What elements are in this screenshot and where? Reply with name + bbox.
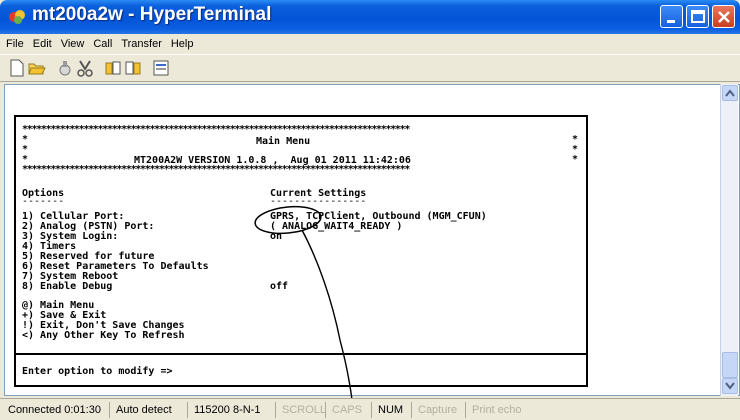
value-system-login: on xyxy=(270,231,283,242)
chevron-down-icon xyxy=(725,382,735,390)
value-analog-port: ( ANALOG_WAIT4_READY ) xyxy=(270,221,403,232)
status-connected: Connected 0:01:30 xyxy=(4,402,110,418)
input-prompt[interactable]: Enter option to modify => xyxy=(22,367,173,377)
menu-view[interactable]: View xyxy=(61,38,85,50)
window-title: mt200a2w - HyperTerminal xyxy=(32,4,272,25)
hyperterminal-icon xyxy=(9,10,25,24)
scroll-up-button[interactable] xyxy=(722,85,738,101)
menu-edit[interactable]: Edit xyxy=(33,38,52,50)
menu-transfer[interactable]: Transfer xyxy=(121,38,162,50)
minimize-icon xyxy=(667,20,675,23)
settings-rule: ---------------- xyxy=(270,196,367,207)
header-border-bottom: ****************************************… xyxy=(22,164,410,175)
prompt-divider xyxy=(16,353,586,355)
menu-bar: File Edit View Call Transfer Help xyxy=(0,34,740,54)
scroll-down-button[interactable] xyxy=(722,378,738,394)
properties-icon[interactable] xyxy=(76,59,94,77)
vertical-scrollbar[interactable] xyxy=(720,84,738,396)
command-refresh: <) Any Other Key To Refresh xyxy=(22,330,185,341)
scroll-thumb[interactable] xyxy=(722,352,738,378)
status-detect: Auto detect xyxy=(112,402,188,418)
properties-sheet-icon[interactable] xyxy=(152,59,170,77)
toolbar xyxy=(0,54,740,82)
title-bar: mt200a2w - HyperTerminal xyxy=(0,0,740,34)
status-baud: 115200 8-N-1 xyxy=(190,402,276,418)
options-rule: ------- xyxy=(22,196,65,207)
new-connection-icon[interactable] xyxy=(8,59,26,77)
menu-file[interactable]: File xyxy=(6,38,24,50)
status-caps: CAPS xyxy=(328,402,372,418)
minimize-button[interactable] xyxy=(660,5,683,28)
maximize-icon xyxy=(691,10,705,23)
open-icon[interactable] xyxy=(28,59,46,77)
menu-title: Main Menu xyxy=(256,136,311,147)
menu-help[interactable]: Help xyxy=(171,38,194,50)
chevron-up-icon xyxy=(725,89,735,97)
send-icon[interactable] xyxy=(104,59,122,77)
disconnect-icon[interactable] xyxy=(56,59,74,77)
header-border-top: ****************************************… xyxy=(22,124,410,135)
maximize-button[interactable] xyxy=(686,5,709,28)
close-button[interactable] xyxy=(712,5,735,28)
menu-call[interactable]: Call xyxy=(93,38,112,50)
header-right-star-3: * xyxy=(572,154,579,165)
console-menu-box: ****************************************… xyxy=(14,115,588,387)
status-bar: Connected 0:01:30 Auto detect 115200 8-N… xyxy=(0,398,740,420)
option-enable-debug: 8) Enable Debug xyxy=(22,281,113,292)
status-capture: Capture xyxy=(414,402,466,418)
receive-icon[interactable] xyxy=(124,59,142,77)
status-num: NUM xyxy=(374,402,412,418)
status-scroll: SCROLL xyxy=(278,402,326,418)
close-icon xyxy=(718,11,730,23)
status-print-echo: Print echo xyxy=(472,404,522,416)
value-enable-debug: off xyxy=(270,281,289,292)
